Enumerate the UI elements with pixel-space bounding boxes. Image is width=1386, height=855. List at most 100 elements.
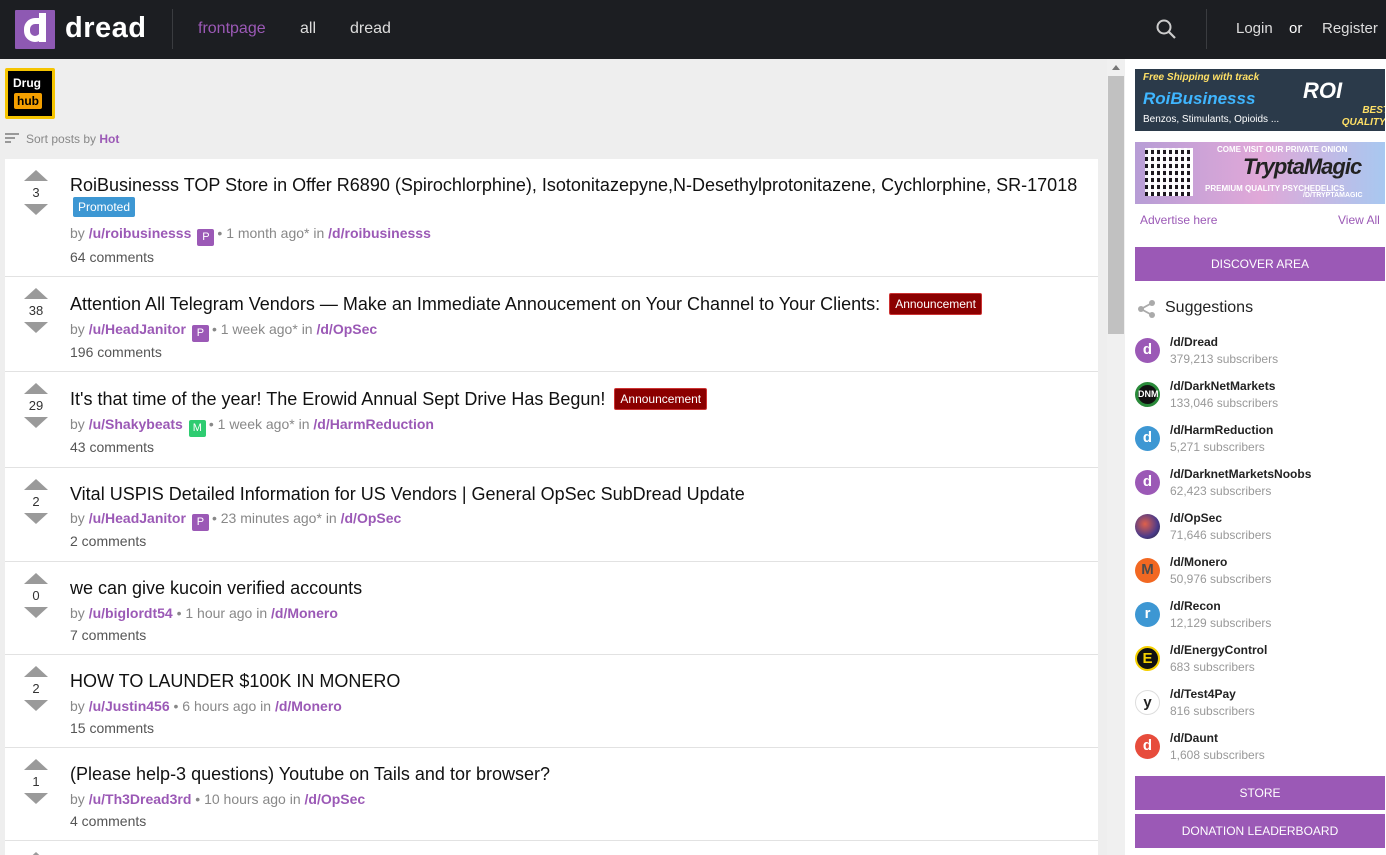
post-time: 1 week ago*: [217, 416, 295, 432]
view-all-link[interactable]: View All: [1338, 213, 1380, 227]
scroll-up-icon[interactable]: [1112, 65, 1120, 70]
post-meta: by /u/HeadJanitor P • 23 minutes ago* in /…: [70, 510, 401, 531]
banner-text: Benzos, Stimulants, Opioids ...: [1143, 114, 1280, 125]
downvote-icon[interactable]: [24, 322, 48, 333]
suggestion-item[interactable]: d /d/HarmReduction 5,271 subscribers: [1135, 420, 1385, 464]
suggestion-subs: 71,646 subscribers: [1170, 528, 1272, 542]
sort-control[interactable]: Sort posts by Hot: [26, 132, 119, 146]
downvote-icon[interactable]: [24, 513, 48, 524]
suggestion-name[interactable]: /d/DarkNetMarkets: [1170, 379, 1275, 393]
login-link[interactable]: Login: [1236, 20, 1273, 37]
top-navbar: dread frontpage all dread Login or Regis…: [0, 0, 1386, 59]
scrollbar[interactable]: [1107, 59, 1125, 855]
upvote-icon[interactable]: [24, 573, 48, 584]
downvote-icon[interactable]: [24, 417, 48, 428]
suggestion-name[interactable]: /d/Daunt: [1170, 731, 1218, 745]
comments-link[interactable]: 7 comments: [70, 627, 146, 643]
discover-area-button[interactable]: DISCOVER AREA: [1135, 247, 1385, 281]
donation-leaderboard-button[interactable]: DONATION LEADERBOARD: [1135, 814, 1385, 848]
author-link[interactable]: /u/HeadJanitor: [89, 510, 186, 526]
subdread-link[interactable]: /d/OpSec: [316, 321, 377, 337]
vote-box: 3: [23, 170, 49, 215]
suggestion-name[interactable]: /d/Recon: [1170, 599, 1221, 613]
divider: [172, 9, 173, 49]
suggestion-item[interactable]: y /d/Test4Pay 816 subscribers: [1135, 684, 1385, 728]
downvote-icon[interactable]: [24, 793, 48, 804]
in-label: in: [256, 605, 268, 621]
suggestion-item[interactable]: /d/OpSec 71,646 subscribers: [1135, 508, 1385, 552]
suggestion-name[interactable]: /d/DarknetMarketsNoobs: [1170, 467, 1311, 481]
suggestion-name[interactable]: /d/Test4Pay: [1170, 687, 1236, 701]
ad-banner-roibusinesss[interactable]: Free Shipping with track RoiBusinesss Be…: [1135, 69, 1385, 131]
upvote-icon[interactable]: [24, 383, 48, 394]
subdread-link[interactable]: /d/OpSec: [305, 791, 366, 807]
suggestion-item[interactable]: E /d/EnergyControl 683 subscribers: [1135, 640, 1385, 684]
ad-banner-tryptamagic[interactable]: COME VISIT OUR PRIVATE ONION TryptaMagic…: [1135, 142, 1385, 204]
upvote-icon[interactable]: [24, 288, 48, 299]
nav-frontpage[interactable]: frontpage: [198, 20, 266, 38]
register-link[interactable]: Register: [1322, 20, 1378, 37]
sort-icon[interactable]: [5, 133, 19, 143]
upvote-icon[interactable]: [24, 170, 48, 181]
by-label: by: [70, 791, 85, 807]
community-logo[interactable]: Drug hub: [5, 68, 55, 119]
monero-icon: M: [1135, 558, 1160, 583]
suggestion-name[interactable]: /d/Dread: [1170, 335, 1218, 349]
suggestion-item[interactable]: DNM /d/DarkNetMarkets 133,046 subscriber…: [1135, 376, 1385, 420]
post-title[interactable]: Vital USPIS Detailed Information for US …: [70, 484, 745, 505]
upvote-icon[interactable]: [24, 666, 48, 677]
site-name[interactable]: dread: [65, 12, 146, 45]
comments-link[interactable]: 2 comments: [70, 533, 146, 549]
post-title[interactable]: It's that time of the year! The Erowid A…: [70, 388, 708, 410]
sort-value[interactable]: Hot: [99, 132, 119, 146]
suggestion-item[interactable]: d /d/Daunt 1,608 subscribers: [1135, 728, 1385, 772]
store-button[interactable]: STORE: [1135, 776, 1385, 810]
author-link[interactable]: /u/Th3Dread3rd: [89, 791, 192, 807]
subdread-link[interactable]: /d/roibusinesss: [328, 225, 431, 241]
author-link[interactable]: /u/roibusinesss: [89, 225, 192, 241]
suggestion-name[interactable]: /d/Monero: [1170, 555, 1227, 569]
dread-logo-icon[interactable]: [15, 10, 55, 49]
comments-link[interactable]: 196 comments: [70, 344, 162, 360]
suggestion-item[interactable]: d /d/Dread 379,213 subscribers: [1135, 332, 1385, 376]
post-title-text[interactable]: Attention All Telegram Vendors — Make an…: [70, 294, 880, 314]
nav-dread[interactable]: dread: [350, 20, 391, 38]
comments-link[interactable]: 15 comments: [70, 720, 154, 736]
suggestion-item[interactable]: d /d/DarknetMarketsNoobs 62,423 subscrib…: [1135, 464, 1385, 508]
subdread-link[interactable]: /d/OpSec: [341, 510, 402, 526]
suggestion-item[interactable]: r /d/Recon 12,129 subscribers: [1135, 596, 1385, 640]
comments-link[interactable]: 4 comments: [70, 813, 146, 829]
author-link[interactable]: /u/Shakybeats: [89, 416, 183, 432]
post-title[interactable]: (Please help-3 questions) Youtube on Tai…: [70, 764, 550, 785]
vote-box: 1: [23, 759, 49, 804]
suggestion-subs: 379,213 subscribers: [1170, 352, 1279, 366]
advertise-link[interactable]: Advertise here: [1140, 213, 1217, 227]
post-title-text[interactable]: It's that time of the year! The Erowid A…: [70, 389, 605, 409]
suggestion-name[interactable]: /d/HarmReduction: [1170, 423, 1273, 437]
upvote-icon[interactable]: [24, 479, 48, 490]
scrollbar-thumb[interactable]: [1108, 76, 1124, 334]
subdread-link[interactable]: /d/HarmReduction: [313, 416, 434, 432]
nav-all[interactable]: all: [300, 20, 316, 38]
post-title[interactable]: we can give kucoin verified accounts: [70, 578, 362, 599]
subdread-link[interactable]: /d/Monero: [271, 605, 338, 621]
downvote-icon[interactable]: [24, 700, 48, 711]
downvote-icon[interactable]: [24, 607, 48, 618]
upvote-icon[interactable]: [24, 759, 48, 770]
in-label: in: [325, 510, 337, 526]
suggestion-name[interactable]: /d/EnergyControl: [1170, 643, 1267, 657]
downvote-icon[interactable]: [24, 204, 48, 215]
post-title[interactable]: Attention All Telegram Vendors — Make an…: [70, 293, 982, 315]
suggestion-name[interactable]: /d/OpSec: [1170, 511, 1222, 525]
comments-link[interactable]: 43 comments: [70, 439, 154, 455]
subdread-link[interactable]: /d/Monero: [275, 698, 342, 714]
author-link[interactable]: /u/biglordt54: [89, 605, 173, 621]
author-link[interactable]: /u/HeadJanitor: [89, 321, 186, 337]
post-title[interactable]: RoiBusinesss TOP Store in Offer R6890 (S…: [70, 175, 1077, 196]
comments-link[interactable]: 64 comments: [70, 249, 154, 265]
score: 29: [28, 398, 44, 413]
search-icon[interactable]: [1156, 19, 1176, 39]
post-title[interactable]: HOW TO LAUNDER $100K IN MONERO: [70, 671, 400, 692]
suggestion-item[interactable]: M /d/Monero 50,976 subscribers: [1135, 552, 1385, 596]
author-link[interactable]: /u/Justin456: [89, 698, 170, 714]
